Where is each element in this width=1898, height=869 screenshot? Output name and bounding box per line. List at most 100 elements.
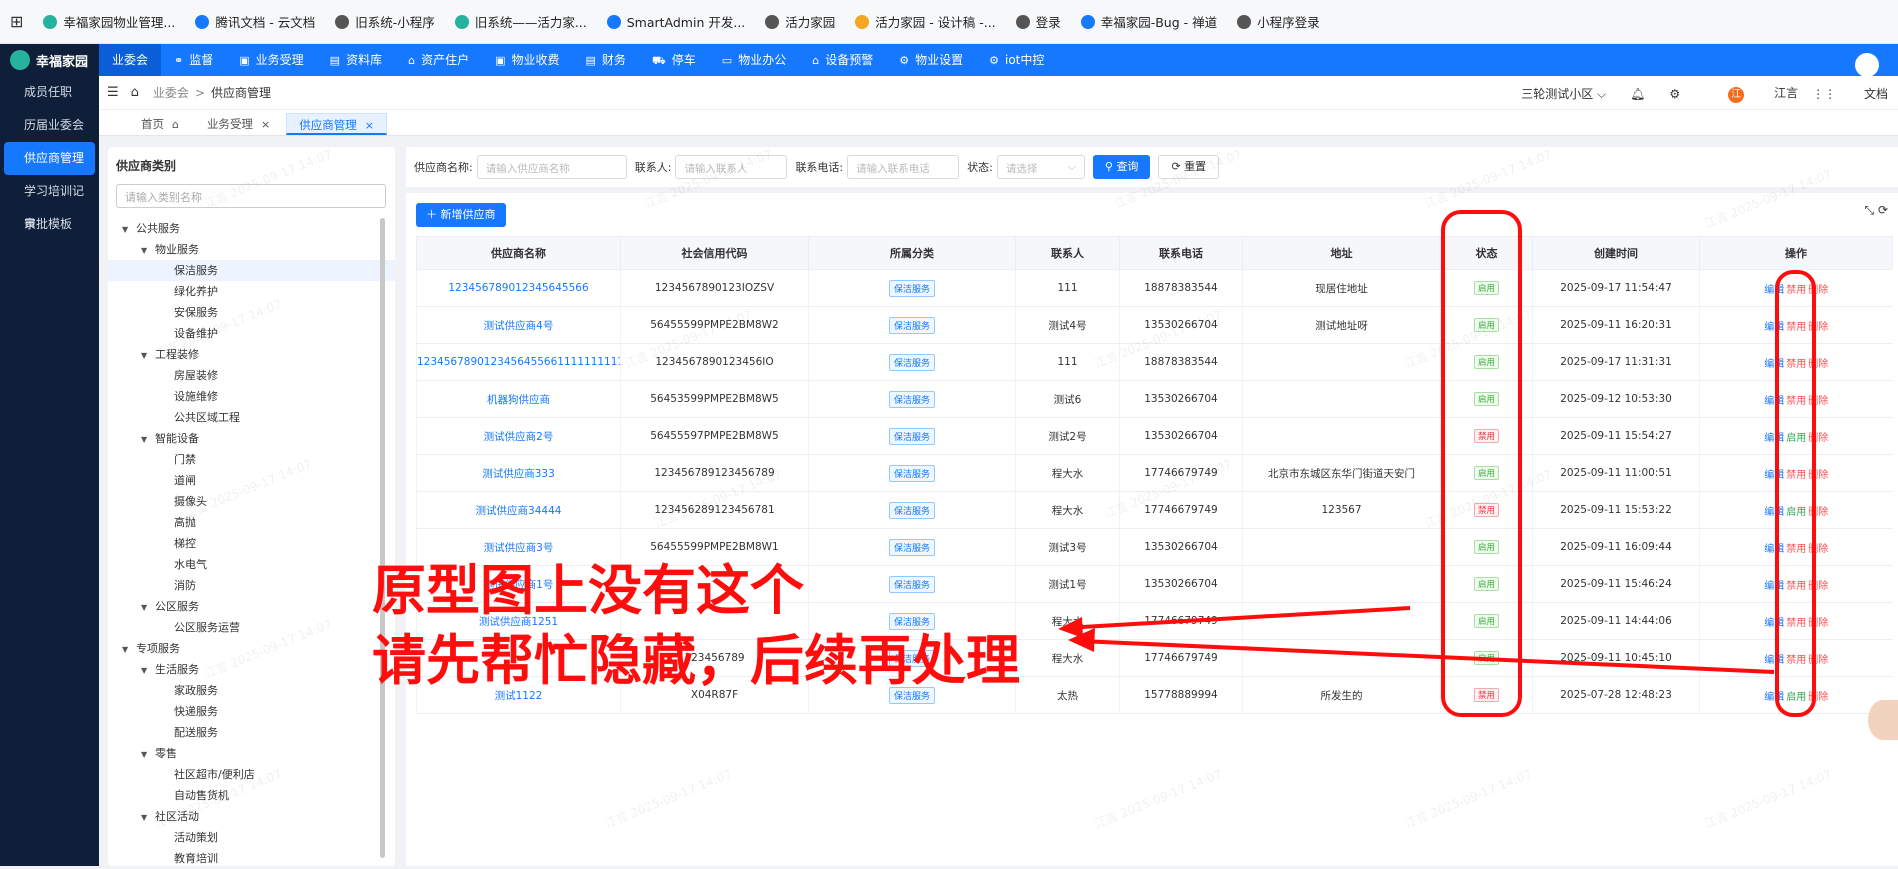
tree-node[interactable]: 绿化养护 xyxy=(108,281,395,302)
disable-link[interactable]: 禁用 xyxy=(1786,470,1806,481)
delete-link[interactable]: 删除 xyxy=(1808,618,1828,629)
delete-link[interactable]: 删除 xyxy=(1808,655,1828,666)
bookmark-item[interactable]: 腾讯文档 - 云文档 xyxy=(195,12,315,31)
supplier-name-link[interactable]: 机器狗供应商 xyxy=(416,380,621,418)
delete-link[interactable]: 删除 xyxy=(1808,285,1828,296)
tree-node[interactable]: 设备维护 xyxy=(108,323,395,344)
nav-item[interactable]: ▤ 财务 xyxy=(573,44,639,76)
disable-link[interactable]: 禁用 xyxy=(1786,618,1806,629)
close-icon[interactable]: × xyxy=(261,118,270,131)
supplier-name-link[interactable]: 1234567890123456455​66 xyxy=(416,269,621,307)
bell-icon[interactable]: 🔔︎ xyxy=(1630,87,1645,101)
delete-link[interactable]: 删除 xyxy=(1808,433,1828,444)
nav-item[interactable]: ⌂ 资产住户 xyxy=(395,44,482,76)
edit-link[interactable]: 编辑 xyxy=(1764,322,1784,333)
fullscreen-icon[interactable]: ⤡ xyxy=(1865,203,1875,217)
tree-node[interactable]: 门禁 xyxy=(108,449,395,470)
name-filter-input[interactable]: 请输入供应商名称 xyxy=(476,155,627,179)
edit-link[interactable]: 编辑 xyxy=(1764,285,1784,296)
delete-link[interactable]: 删除 xyxy=(1808,322,1828,333)
tree-node[interactable]: 快递服务 xyxy=(108,701,395,722)
refresh-icon[interactable]: ⟳ xyxy=(1878,203,1888,217)
nav-item[interactable]: ▣ 业务受理 xyxy=(226,44,316,76)
tree-node[interactable]: 家政服务 xyxy=(108,680,395,701)
sidebar-item[interactable]: 历届业委会 xyxy=(4,109,95,142)
tree-node[interactable]: 梯控 xyxy=(108,533,395,554)
page-tab[interactable]: 首页 ⌂ xyxy=(129,113,191,135)
disable-link[interactable]: 禁用 xyxy=(1786,285,1806,296)
reset-button[interactable]: ⟳ 重置 xyxy=(1158,155,1220,179)
disable-link[interactable]: 禁用 xyxy=(1786,322,1806,333)
supplier-name-link[interactable]: 测试供应商2号 xyxy=(416,417,621,455)
bookmark-item[interactable]: 旧系统-小程序 xyxy=(335,12,435,31)
tree-node[interactable]: ▼ 零售 xyxy=(108,743,395,764)
menu-toggle-icon[interactable]: ☰ xyxy=(107,85,119,100)
sidebar-item[interactable]: 供应商管理 xyxy=(4,142,95,175)
tree-node[interactable]: ▼ 公共服务 xyxy=(108,218,395,239)
status-select[interactable]: 请选择 ⌵ xyxy=(996,155,1085,179)
enable-link[interactable]: 启用 xyxy=(1786,433,1806,444)
bookmark-item[interactable]: 旧系统——活力家... xyxy=(454,12,587,31)
phone-filter-input[interactable]: 请输入联系电话 xyxy=(847,155,960,179)
disable-link[interactable]: 禁用 xyxy=(1786,655,1806,666)
user-menu[interactable]: 江 江言 xyxy=(1704,84,1798,103)
tree-node[interactable]: ▼ 物业服务 xyxy=(108,239,395,260)
tree-node[interactable]: ▼ 智能设备 xyxy=(108,428,395,449)
edit-link[interactable]: 编辑 xyxy=(1764,396,1784,407)
disable-link[interactable]: 禁用 xyxy=(1786,544,1806,555)
tree-node[interactable]: 消防 xyxy=(108,575,395,596)
tree-node[interactable]: 配送服务 xyxy=(108,722,395,743)
tree-node[interactable]: ▼ 生活服务 xyxy=(108,659,395,680)
bookmark-item[interactable]: SmartAdmin 开发... xyxy=(606,12,745,31)
tree-node[interactable]: 社区超市/便利店 xyxy=(108,764,395,785)
nav-item[interactable]: ⛟ 停车 xyxy=(639,44,709,76)
home-icon[interactable]: ⌂ xyxy=(131,85,139,100)
edit-link[interactable]: 编辑 xyxy=(1764,692,1784,703)
bookmark-item[interactable]: 幸福家园-Bug - 禅道 xyxy=(1080,12,1217,31)
bookmark-item[interactable]: 幸福家园物业管理... xyxy=(43,12,175,31)
doc-link[interactable]: ⋮⋮ 文档 xyxy=(1812,85,1888,102)
nav-item[interactable]: ▭ 物业办公 xyxy=(709,44,799,76)
nav-item[interactable]: ▣ 物业收费 xyxy=(482,44,572,76)
delete-link[interactable]: 删除 xyxy=(1808,359,1828,370)
edit-link[interactable]: 编辑 xyxy=(1764,544,1784,555)
tree-node[interactable]: 保洁服务 xyxy=(108,260,395,281)
page-tab[interactable]: 供应商管理 × xyxy=(286,113,387,135)
delete-link[interactable]: 删除 xyxy=(1808,396,1828,407)
community-select[interactable]: 三轮测试小区 ⌵ xyxy=(1497,85,1606,102)
delete-link[interactable]: 删除 xyxy=(1808,470,1828,481)
apps-grid-icon[interactable]: ⊞ xyxy=(10,12,23,31)
edit-link[interactable]: 编辑 xyxy=(1764,507,1784,518)
enable-link[interactable]: 启用 xyxy=(1786,692,1806,703)
tree-node[interactable]: 水电气 xyxy=(108,554,395,575)
page-tab[interactable]: 业务受理 × xyxy=(195,113,282,135)
tree-node[interactable]: 设施维修 xyxy=(108,386,395,407)
sidebar-item[interactable]: 学习培训记录 xyxy=(4,175,95,231)
tree-node[interactable]: 道闸 xyxy=(108,470,395,491)
nav-item[interactable]: ⚙ iot中控 xyxy=(976,44,1057,76)
nav-item[interactable]: ⚙ 物业设置 xyxy=(886,44,976,76)
supplier-name-link[interactable]: 测试供应商34444 xyxy=(416,491,621,529)
chat-avatar[interactable] xyxy=(1868,700,1898,740)
tree-node[interactable]: 房屋装修 xyxy=(108,365,395,386)
close-icon[interactable]: × xyxy=(365,119,374,132)
tree-node[interactable]: 活动策划 xyxy=(108,827,395,848)
contact-filter-input[interactable]: 请输入联系人 xyxy=(675,155,788,179)
category-search-input[interactable]: 请输入类别名称 xyxy=(116,184,386,208)
disable-link[interactable]: 禁用 xyxy=(1786,581,1806,592)
nav-item[interactable]: 业委会 xyxy=(99,44,162,76)
delete-link[interactable]: 删除 xyxy=(1808,507,1828,518)
tree-node[interactable]: 公共区域工程 xyxy=(108,407,395,428)
sidebar-item[interactable]: 审批模板 xyxy=(4,208,95,241)
bookmark-item[interactable]: 活力家园 - 设计稿 -... xyxy=(855,12,996,31)
breadcrumb-parent[interactable]: 业委会 xyxy=(153,84,189,101)
edit-link[interactable]: 编辑 xyxy=(1764,433,1784,444)
edit-link[interactable]: 编辑 xyxy=(1764,470,1784,481)
tree-node[interactable]: 自动售货机 xyxy=(108,785,395,806)
bookmark-item[interactable]: 活力家园 xyxy=(765,12,835,31)
nav-item[interactable]: ⌂ 设备预警 xyxy=(799,44,886,76)
nav-item[interactable]: ▤ 资料库 xyxy=(317,44,395,76)
tree-node[interactable]: ▼ 公区服务 xyxy=(108,596,395,617)
tree-node[interactable]: 摄像头 xyxy=(108,491,395,512)
home-icon[interactable]: ⌂ xyxy=(172,118,179,131)
